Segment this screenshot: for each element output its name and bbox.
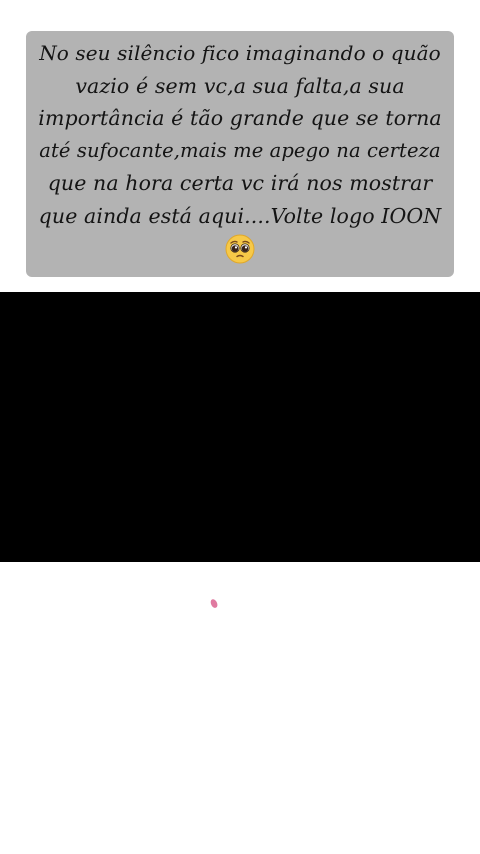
story-caption: No seu silêncio fico imaginando o quão v… xyxy=(26,31,454,277)
media-black-panel xyxy=(0,292,480,562)
pleading-face-icon xyxy=(225,234,255,264)
caption-line-5: que na hora certa vc irá nos mostrar xyxy=(47,171,433,196)
caption-line-6: que ainda está aqui....Volte logo IOON xyxy=(38,203,442,228)
caption-line-3: importância é tão grande que se torna xyxy=(38,106,442,131)
caption-line-4: até sufocante,mais me apego na certeza xyxy=(39,138,441,162)
caption-line-2: vazio é sem vc,a sua falta,a sua xyxy=(75,73,405,98)
caption-line-1: No seu silêncio fico imaginando o quão xyxy=(39,41,441,65)
blank-area xyxy=(0,562,480,854)
